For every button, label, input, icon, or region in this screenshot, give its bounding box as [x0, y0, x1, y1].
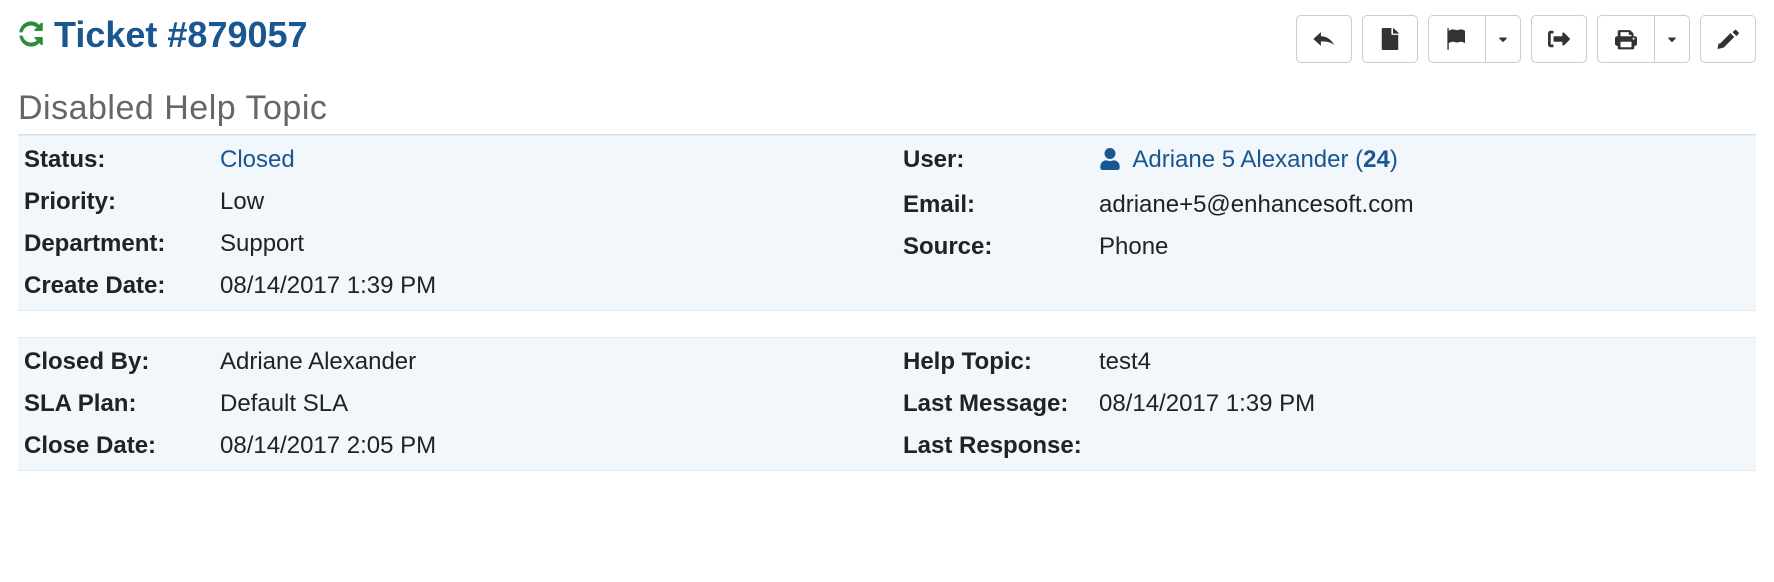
value-user[interactable]: Adriane 5 Alexander (24)	[1099, 146, 1730, 177]
value-source: Phone	[1099, 233, 1730, 261]
ticket-info-panel-1: Status: Closed Priority: Low Department:…	[18, 135, 1756, 311]
label-user: User:	[903, 146, 1099, 177]
label-create-date: Create Date:	[24, 272, 220, 300]
label-priority: Priority:	[24, 188, 220, 216]
value-status[interactable]: Closed	[220, 146, 851, 174]
label-last-response: Last Response:	[903, 432, 1099, 460]
user-icon	[1099, 148, 1121, 177]
user-ticket-count: 24	[1363, 146, 1390, 173]
edit-button[interactable]	[1700, 15, 1756, 63]
label-department: Department:	[24, 230, 220, 258]
value-last-response	[1099, 432, 1730, 460]
user-name-text: Adriane 5 Alexander	[1132, 146, 1348, 173]
label-email: Email:	[903, 191, 1099, 219]
value-closed-by: Adriane Alexander	[220, 348, 851, 376]
print-dropdown-caret[interactable]	[1655, 16, 1689, 62]
transfer-button[interactable]	[1531, 15, 1587, 63]
label-last-message: Last Message:	[903, 390, 1099, 418]
flag-icon[interactable]	[1429, 16, 1486, 62]
reply-button[interactable]	[1296, 15, 1352, 63]
label-closed-by: Closed By:	[24, 348, 220, 376]
ticket-subject: Disabled Help Topic	[18, 89, 1756, 135]
value-email: adriane+5@enhancesoft.com	[1099, 191, 1730, 219]
label-status: Status:	[24, 146, 220, 174]
ticket-info-panel-2: Closed By: Adriane Alexander SLA Plan: D…	[18, 337, 1756, 471]
refresh-icon[interactable]	[18, 15, 44, 55]
print-button	[1597, 15, 1690, 63]
print-icon[interactable]	[1598, 16, 1655, 62]
label-source: Source:	[903, 233, 1099, 261]
value-help-topic: test4	[1099, 348, 1730, 376]
status-button	[1428, 15, 1521, 63]
page-title: Ticket #879057	[18, 15, 308, 55]
value-sla: Default SLA	[220, 390, 851, 418]
label-close-date: Close Date:	[24, 432, 220, 460]
ticket-title-text: Ticket #879057	[54, 15, 308, 55]
value-create-date: 08/14/2017 1:39 PM	[220, 272, 851, 300]
value-department: Support	[220, 230, 851, 258]
value-last-message: 08/14/2017 1:39 PM	[1099, 390, 1730, 418]
label-sla: SLA Plan:	[24, 390, 220, 418]
value-close-date: 08/14/2017 2:05 PM	[220, 432, 851, 460]
label-help-topic: Help Topic:	[903, 348, 1099, 376]
note-button[interactable]	[1362, 15, 1418, 63]
value-priority: Low	[220, 188, 851, 216]
toolbar	[1296, 15, 1756, 63]
status-dropdown-caret[interactable]	[1486, 16, 1520, 62]
